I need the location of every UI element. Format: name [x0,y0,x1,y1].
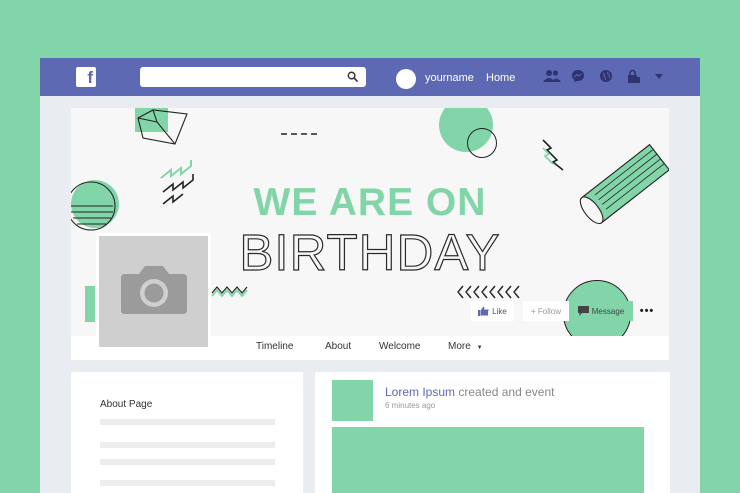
friends-icon[interactable] [543,69,561,83]
post-author-link[interactable]: Lorem Ipsum [385,385,455,399]
like-button[interactable]: Like [471,301,514,321]
profile-tabs: Timeline About Welcome More ▼ [71,336,669,360]
dropdown-caret-icon[interactable] [655,74,663,80]
tab-timeline[interactable]: Timeline [256,341,293,352]
tab-welcome[interactable]: Welcome [379,341,421,352]
tab-more[interactable]: More ▼ [448,341,483,352]
outline-circle-decoration [467,128,497,158]
about-card: About Page [71,372,303,493]
wireframe-cube-decoration [137,109,188,145]
more-options-button[interactable]: ••• [633,301,661,321]
placeholder-line [100,442,275,448]
user-avatar[interactable] [396,69,416,89]
dash-line-decoration [281,133,319,135]
placeholder-line [100,459,275,465]
chevron-down-icon: ▼ [476,345,483,351]
green-half-square-decoration [85,286,95,322]
placeholder-line [100,480,275,486]
lock-icon[interactable] [627,69,641,83]
tab-about[interactable]: About [325,341,351,352]
home-link[interactable]: Home [486,72,515,84]
top-navigation-bar: f yourname Home [40,58,700,96]
browser-window: f yourname Home WE ARE ON BIRTHDAY Like … [40,58,700,493]
camera-icon [121,266,187,314]
username-link[interactable]: yourname [425,72,474,84]
post-action: created and event [458,385,555,399]
message-button[interactable]: Message [569,301,633,321]
follow-button[interactable]: + Follow [523,301,569,321]
search-input[interactable] [140,67,366,87]
lightning-zigzag-decoration [542,139,564,171]
search-icon[interactable] [347,71,358,82]
post-headline: Lorem Ipsum created and event [385,385,554,399]
cover-headline: WE ARE ON [253,181,487,224]
post-author-avatar[interactable] [332,380,373,421]
chevron-row-decoration [457,285,520,299]
globe-icon[interactable] [599,69,613,83]
post-card: Lorem Ipsum created and event 6 minutes … [315,372,670,493]
profile-picture[interactable] [96,233,211,350]
message-bubble-icon [577,306,589,316]
thumbs-up-icon [478,306,489,316]
placeholder-line [100,419,275,425]
green-wave-decoration [211,286,248,298]
facebook-logo[interactable]: f [76,67,96,87]
about-title: About Page [100,399,153,410]
post-image[interactable] [332,427,644,493]
post-timestamp[interactable]: 6 minutes ago [385,401,435,410]
messenger-icon[interactable] [571,69,585,83]
profile-header-card: WE ARE ON BIRTHDAY Like + Follow Message… [71,108,669,360]
